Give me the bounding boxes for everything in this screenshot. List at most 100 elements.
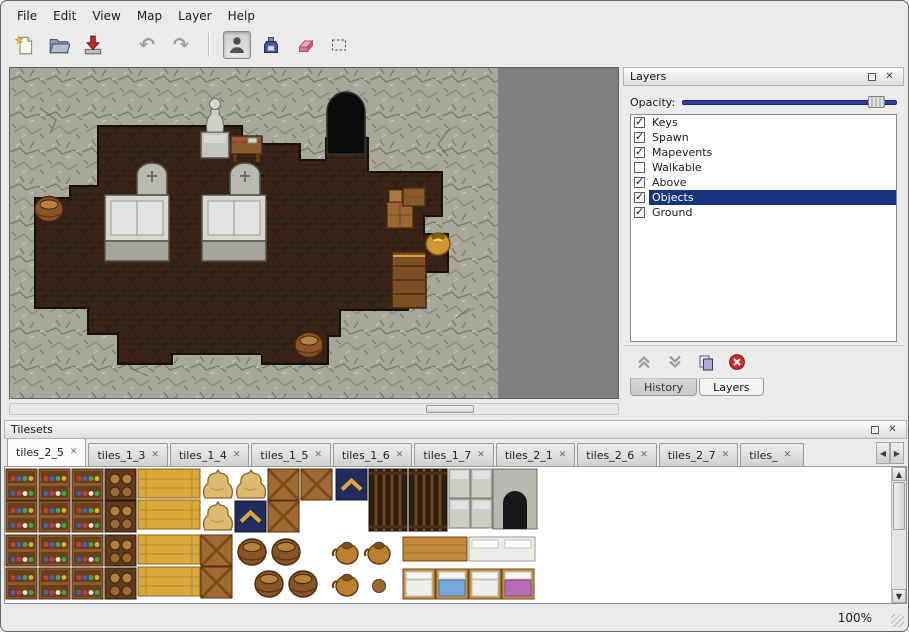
arrow-down-icon: ▼	[896, 592, 902, 601]
tab-close-icon[interactable]: ✕	[559, 451, 567, 460]
layer-checkbox[interactable]: ✓	[634, 147, 645, 158]
tileset-tab-tiles_2_5[interactable]: tiles_2_5 ✕	[7, 439, 86, 466]
layer-row-spawn[interactable]: ✓ Spawn	[631, 130, 896, 145]
resize-grip[interactable]	[891, 614, 904, 627]
tileset-tab-tiles_1_5[interactable]: tiles_1_5✕	[251, 443, 330, 466]
map-canvas[interactable]	[9, 67, 619, 399]
menu-layer[interactable]: Layer	[170, 7, 219, 25]
tab-close-icon[interactable]: ✕	[70, 448, 78, 457]
arrow-up-icon: ▲	[896, 470, 902, 479]
delete-icon	[728, 353, 746, 371]
tab-close-icon[interactable]: ✕	[314, 451, 322, 460]
layer-row-ground[interactable]: ✓ Ground	[631, 205, 896, 220]
layer-row-objects[interactable]: ✓ Objects	[631, 190, 896, 205]
menu-file[interactable]: File	[9, 7, 45, 25]
opacity-slider[interactable]	[682, 95, 897, 109]
tilesets-float-button[interactable]	[867, 423, 882, 437]
layer-row-walkable[interactable]: ✓ Walkable	[631, 160, 896, 175]
tab-scroll-right-button[interactable]: ▶	[890, 442, 904, 464]
layer-label: Ground	[652, 206, 692, 219]
tab-label: tiles_1_4	[179, 449, 227, 462]
save-map-button[interactable]	[79, 31, 107, 59]
tab-close-icon[interactable]: ✕	[151, 451, 159, 460]
tab-label: tiles_2_5	[16, 446, 64, 459]
tab-close-icon[interactable]: ✕	[233, 451, 241, 460]
menu-map[interactable]: Map	[129, 7, 170, 25]
tab-scroll-left-button[interactable]: ◀	[876, 442, 890, 464]
ink-bottle-icon	[261, 35, 281, 55]
duplicate-icon	[697, 353, 715, 371]
layer-duplicate-button[interactable]	[695, 351, 717, 373]
check-icon: ✓	[635, 190, 644, 203]
menu-help[interactable]: Help	[220, 7, 263, 25]
tab-layers[interactable]: Layers	[699, 378, 763, 396]
tileset-tab-truncated[interactable]: tiles_✕	[740, 443, 804, 466]
layers-dock-tabs: History Layers	[630, 378, 904, 396]
tileset-tab-tiles_2_6[interactable]: tiles_2_6 ✕	[577, 443, 656, 466]
tileset-tab-tiles_1_3[interactable]: tiles_1_3 ✕	[88, 443, 167, 466]
tileset-tab-tiles_1_4[interactable]: tiles_1_4 ✕	[170, 443, 249, 466]
layers-float-button[interactable]	[864, 70, 879, 84]
tab-label: tiles_1_6	[342, 449, 390, 462]
opacity-label: Opacity:	[630, 96, 675, 109]
layer-checkbox[interactable]: ✓	[634, 132, 645, 143]
redo-button[interactable]: ↷	[167, 31, 195, 59]
layer-row-keys[interactable]: ✓ Keys	[631, 115, 896, 130]
tileset-tab-tiles_1_7[interactable]: tiles_1_7 ✕	[414, 443, 493, 466]
tab-close-icon[interactable]: ✕	[784, 451, 792, 460]
undo-button[interactable]: ↶	[133, 31, 161, 59]
tileset-tab-tiles_2_1[interactable]: tiles_2_1✕	[496, 443, 575, 466]
tab-close-icon[interactable]: ✕	[396, 451, 404, 460]
main-toolbar: ↶ ↷	[1, 27, 908, 63]
tab-label: tiles_2_6	[586, 449, 634, 462]
tab-label: tiles_1_3	[97, 449, 145, 462]
layer-row-above[interactable]: ✓ Above	[631, 175, 896, 190]
scroll-up-button[interactable]: ▲	[892, 467, 906, 481]
layers-list: ✓ Keys ✓ Spawn ✓ Mapevents ✓ Walkable ✓ …	[630, 114, 897, 342]
layer-checkbox[interactable]: ✓	[634, 192, 645, 203]
layer-checkbox[interactable]: ✓	[634, 162, 645, 173]
map-horizontal-scrollbar[interactable]	[9, 403, 619, 415]
layer-checkbox[interactable]: ✓	[634, 177, 645, 188]
layers-close-button[interactable]: ✕	[882, 70, 897, 84]
scroll-down-button[interactable]: ▼	[892, 589, 906, 603]
close-icon: ✕	[885, 72, 893, 82]
menu-edit[interactable]: Edit	[45, 7, 84, 25]
tileset-tab-tiles_1_6[interactable]: tiles_1_6 ✕	[333, 443, 412, 466]
opacity-slider-handle[interactable]	[868, 96, 885, 108]
opacity-row: Opacity:	[630, 95, 897, 109]
open-map-button[interactable]	[45, 31, 73, 59]
menu-view[interactable]: View	[84, 7, 128, 25]
layer-raise-button[interactable]	[633, 351, 655, 373]
selection-rectangle-icon	[329, 35, 349, 55]
tileset-canvas[interactable]: ▲ ▼	[4, 467, 907, 604]
eraser-tool-button[interactable]	[291, 31, 319, 59]
tab-close-icon[interactable]: ✕	[722, 451, 730, 460]
tab-history[interactable]: History	[630, 378, 697, 396]
layer-label: Walkable	[652, 161, 702, 174]
tilesets-close-button[interactable]: ✕	[885, 423, 900, 437]
map-hscroll-thumb[interactable]	[426, 405, 474, 413]
layer-checkbox[interactable]: ✓	[634, 207, 645, 218]
fill-tool-button[interactable]	[257, 31, 285, 59]
layers-titlebar: Layers ✕	[623, 67, 904, 86]
tab-scroll-buttons: ◀ ▶	[876, 442, 904, 464]
layer-row-mapevents[interactable]: ✓ Mapevents	[631, 145, 896, 160]
layer-delete-button[interactable]	[726, 351, 748, 373]
tab-label: tiles_1_7	[423, 449, 471, 462]
layer-checkbox[interactable]: ✓	[634, 117, 645, 128]
eraser-icon	[295, 35, 315, 55]
player-tool-button[interactable]	[223, 31, 251, 59]
opacity-slider-track[interactable]	[682, 100, 897, 105]
tab-close-icon[interactable]: ✕	[477, 451, 485, 460]
tab-close-icon[interactable]: ✕	[640, 451, 648, 460]
tileset-vertical-scrollbar[interactable]: ▲ ▼	[891, 467, 906, 603]
layer-lower-button[interactable]	[664, 351, 686, 373]
chevrons-down-icon	[666, 353, 684, 371]
new-document-icon	[14, 34, 36, 56]
tab-label: Layers	[713, 381, 749, 394]
new-map-button[interactable]	[11, 31, 39, 59]
select-tool-button[interactable]	[325, 31, 353, 59]
tileset-vscroll-thumb[interactable]	[893, 482, 905, 530]
tileset-tab-tiles_2_7[interactable]: tiles_2_7✕	[659, 443, 738, 466]
